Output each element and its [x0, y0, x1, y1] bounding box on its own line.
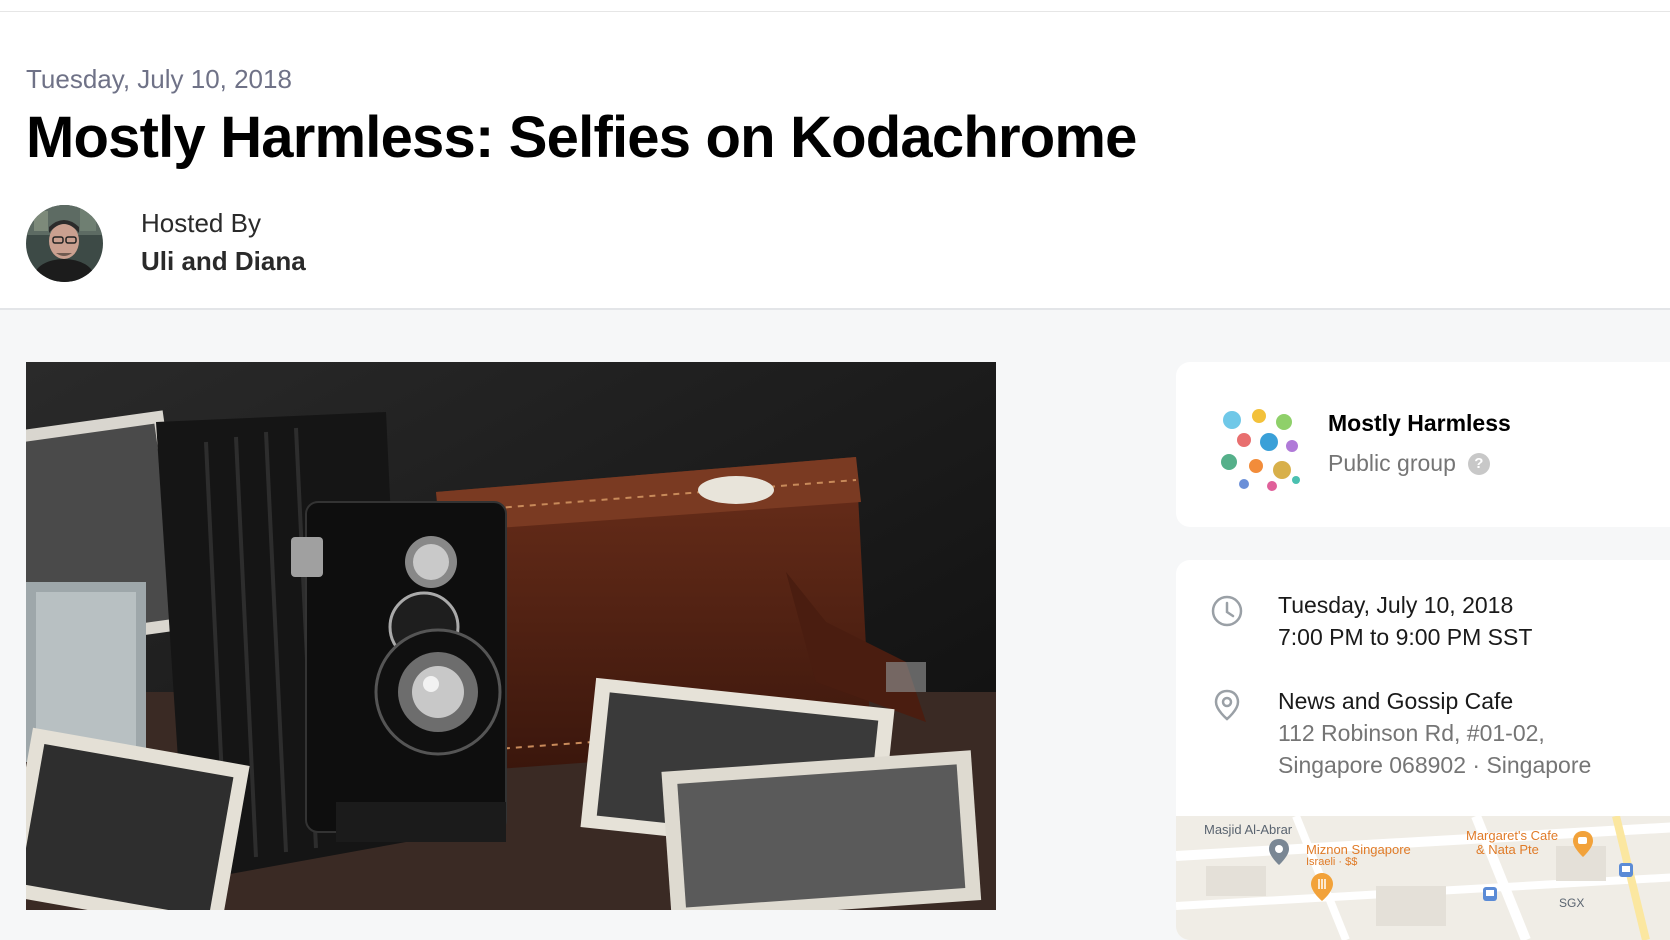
map-label-margarets-2: & Nata Pte: [1476, 842, 1539, 857]
bus-stop-icon[interactable]: [1482, 886, 1498, 902]
venue-name[interactable]: News and Gossip Cafe: [1278, 688, 1513, 715]
group-name[interactable]: Mostly Harmless: [1328, 410, 1511, 437]
host-names[interactable]: Uli and Diana: [141, 246, 306, 277]
map-label-margarets-1: Margaret's Cafe: [1466, 828, 1559, 843]
map-poi-pin-icon[interactable]: [1268, 838, 1290, 866]
group-thumbnail[interactable]: [1214, 402, 1304, 492]
group-type: Public group ?: [1328, 450, 1490, 477]
location-pin-icon: [1214, 689, 1240, 721]
clock-icon: [1211, 595, 1243, 627]
top-strip: [0, 0, 1670, 12]
group-logo-icon: [1214, 402, 1304, 492]
map-label-miznon-sub: Israeli · $$: [1306, 856, 1358, 868]
event-date: Tuesday, July 10, 2018: [26, 64, 292, 94]
map-label-miznon: Miznon Singapore: [1306, 842, 1411, 857]
event-header: Tuesday, July 10, 2018 Mostly Harmless: …: [0, 12, 1670, 310]
help-icon[interactable]: ?: [1467, 452, 1490, 475]
group-type-label: Public group: [1328, 450, 1456, 476]
bus-stop-icon-2[interactable]: [1618, 862, 1634, 878]
hosted-by-label: Hosted By: [141, 208, 261, 238]
venue-address-line2: Singapore 068902 · Singapore: [1278, 752, 1592, 778]
vintage-camera-image: [26, 362, 996, 910]
host-avatar[interactable]: [26, 205, 103, 282]
event-image: [26, 362, 996, 910]
venue-address-line1: 112 Robinson Rd, #01-02,: [1278, 720, 1545, 746]
map-label-masjid: Masjid Al-Abrar: [1204, 822, 1293, 837]
restaurant-pin-icon[interactable]: [1310, 872, 1334, 902]
host-avatar-image: [26, 205, 103, 282]
cafe-pin-icon[interactable]: [1572, 830, 1594, 858]
group-card[interactable]: Mostly Harmless Public group ?: [1176, 362, 1670, 527]
event-details-date: Tuesday, July 10, 2018: [1278, 592, 1514, 618]
event-details-card: Tuesday, July 10, 2018 7:00 PM to 9:00 P…: [1176, 560, 1670, 940]
map-label-sgx: SGX: [1559, 896, 1585, 910]
event-title: Mostly Harmless: Selfies on Kodachrome: [26, 105, 1137, 170]
event-details-time: 7:00 PM to 9:00 PM SST: [1278, 624, 1533, 650]
venue-map[interactable]: Masjid Al-Abrar Miznon Singapore Israeli…: [1176, 816, 1670, 940]
